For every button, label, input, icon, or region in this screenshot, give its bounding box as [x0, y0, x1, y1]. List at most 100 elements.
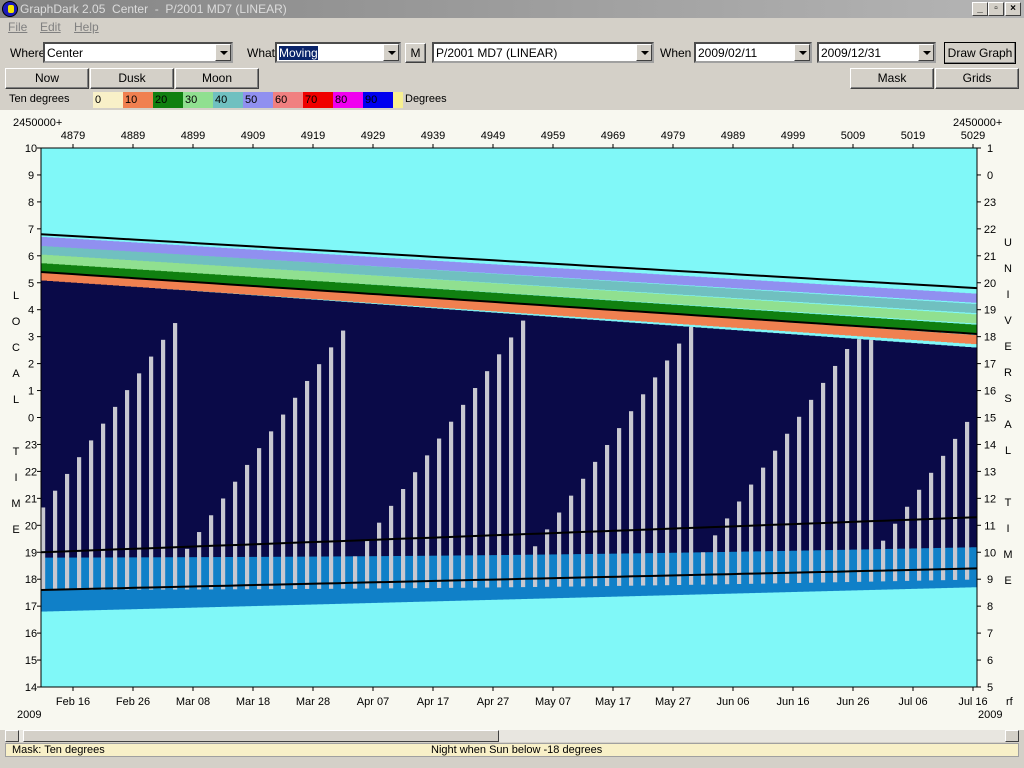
title-bar: GraphDark 2.05 Center - P/2001 MD7 (LINE… [0, 0, 1024, 18]
night-column [713, 328, 720, 553]
grids-button[interactable]: Grids [935, 68, 1019, 89]
twilight-column [167, 554, 174, 609]
twilight-column [263, 554, 270, 606]
altitude-band [827, 304, 834, 315]
right-tick-label: 17 [984, 359, 996, 371]
menu-help[interactable]: Help [74, 20, 99, 34]
altitude-band [521, 285, 528, 295]
altitude-band [641, 283, 648, 293]
altitude-band [899, 309, 906, 319]
where-select[interactable]: Center [43, 42, 233, 63]
legend-unit: Degrees [405, 93, 447, 105]
darkness-graph[interactable]: 10 9 8 7 6 5 4 3 2 1 0 23 22 21 20 19 18 17 16 15 14 1 0 23 22 21… [0, 110, 1024, 730]
altitude-band [611, 271, 618, 281]
horizontal-scrollbar[interactable] [5, 730, 1019, 742]
altitude-band [41, 236, 48, 247]
altitude-band [215, 256, 222, 266]
menu-edit[interactable]: Edit [40, 20, 61, 34]
altitude-band [485, 301, 492, 311]
start-date-value: 2009/02/11 [698, 46, 758, 60]
menu-file[interactable]: File [8, 20, 27, 34]
night-column [131, 286, 138, 558]
altitude-band [155, 252, 162, 262]
altitude-band [233, 257, 240, 267]
altitude-band [857, 317, 864, 327]
moon-stripe [821, 382, 826, 583]
altitude-band [443, 261, 450, 271]
chevron-down-icon[interactable] [636, 44, 652, 61]
altitude-band [71, 238, 78, 248]
altitude-band [323, 272, 330, 282]
altitude-band [305, 271, 312, 281]
object-select[interactable]: P/2001 MD7 (LINEAR) [432, 42, 654, 63]
mask-button[interactable]: Mask [850, 68, 934, 89]
altitude-band [329, 281, 336, 292]
altitude-band [251, 258, 258, 268]
altitude-band [557, 277, 564, 288]
moon-stripe [521, 320, 526, 588]
altitude-band [431, 298, 438, 308]
altitude-band [467, 300, 474, 310]
altitude-band [173, 262, 180, 272]
chevron-down-icon[interactable] [918, 44, 934, 61]
altitude-band [185, 263, 192, 273]
chevron-down-icon[interactable] [794, 44, 810, 61]
twilight-column [671, 550, 678, 596]
jd-tick-label: 4939 [421, 130, 445, 142]
altitude-band [791, 322, 798, 332]
end-date-select[interactable]: 2009/12/31 [817, 42, 936, 63]
moon-stripe [965, 421, 970, 580]
chevron-down-icon[interactable] [383, 44, 399, 61]
scroll-left-icon[interactable] [5, 730, 19, 742]
altitude-band [743, 299, 750, 309]
right-axis-title-letter: U [1004, 237, 1012, 249]
restore-button[interactable]: ▫ [988, 2, 1004, 16]
altitude-band [59, 238, 66, 248]
altitude-band [299, 270, 306, 281]
altitude-band [911, 289, 918, 300]
dusk-button[interactable]: Dusk [90, 68, 174, 89]
night-column [299, 298, 306, 557]
altitude-band [809, 323, 816, 334]
altitude-band [749, 319, 756, 329]
now-button[interactable]: Now [5, 68, 89, 89]
altitude-band [173, 253, 180, 263]
altitude-band [521, 266, 528, 276]
minimize-button[interactable]: _ [972, 2, 988, 16]
night-column [839, 337, 846, 550]
night-column [353, 302, 360, 557]
altitude-band [467, 281, 474, 291]
altitude-band [257, 259, 264, 269]
scroll-right-icon[interactable] [1005, 730, 1019, 742]
altitude-band [329, 291, 336, 301]
moon-button[interactable]: Moon [175, 68, 259, 89]
scroll-thumb[interactable] [23, 730, 499, 742]
altitude-band [389, 295, 396, 305]
close-button[interactable]: × [1005, 2, 1021, 16]
altitude-band [761, 280, 768, 290]
altitude-band [833, 285, 840, 295]
altitude-band [287, 270, 294, 280]
night-column [479, 311, 486, 556]
right-axis-title-letter: V [1004, 315, 1012, 327]
altitude-band [317, 290, 324, 300]
night-column [227, 293, 234, 558]
altitude-band [659, 294, 666, 304]
altitude-band [95, 257, 102, 267]
altitude-band [743, 319, 750, 329]
draw-graph-button[interactable]: Draw Graph [944, 42, 1016, 64]
altitude-band [353, 274, 360, 284]
altitude-band [617, 301, 624, 311]
what-select[interactable]: Moving [275, 42, 401, 63]
altitude-band [647, 303, 654, 313]
altitude-band [797, 292, 804, 303]
altitude-band [839, 325, 846, 336]
right-tick-label: 10 [984, 547, 996, 559]
start-date-select[interactable]: 2009/02/11 [694, 42, 812, 63]
moon-stripe [653, 377, 658, 586]
chevron-down-icon[interactable] [215, 44, 231, 61]
left-tick-label: 10 [25, 143, 37, 155]
altitude-band [923, 300, 930, 311]
m-button[interactable]: M [405, 43, 426, 63]
date-tick-label: Apr 17 [417, 696, 449, 708]
